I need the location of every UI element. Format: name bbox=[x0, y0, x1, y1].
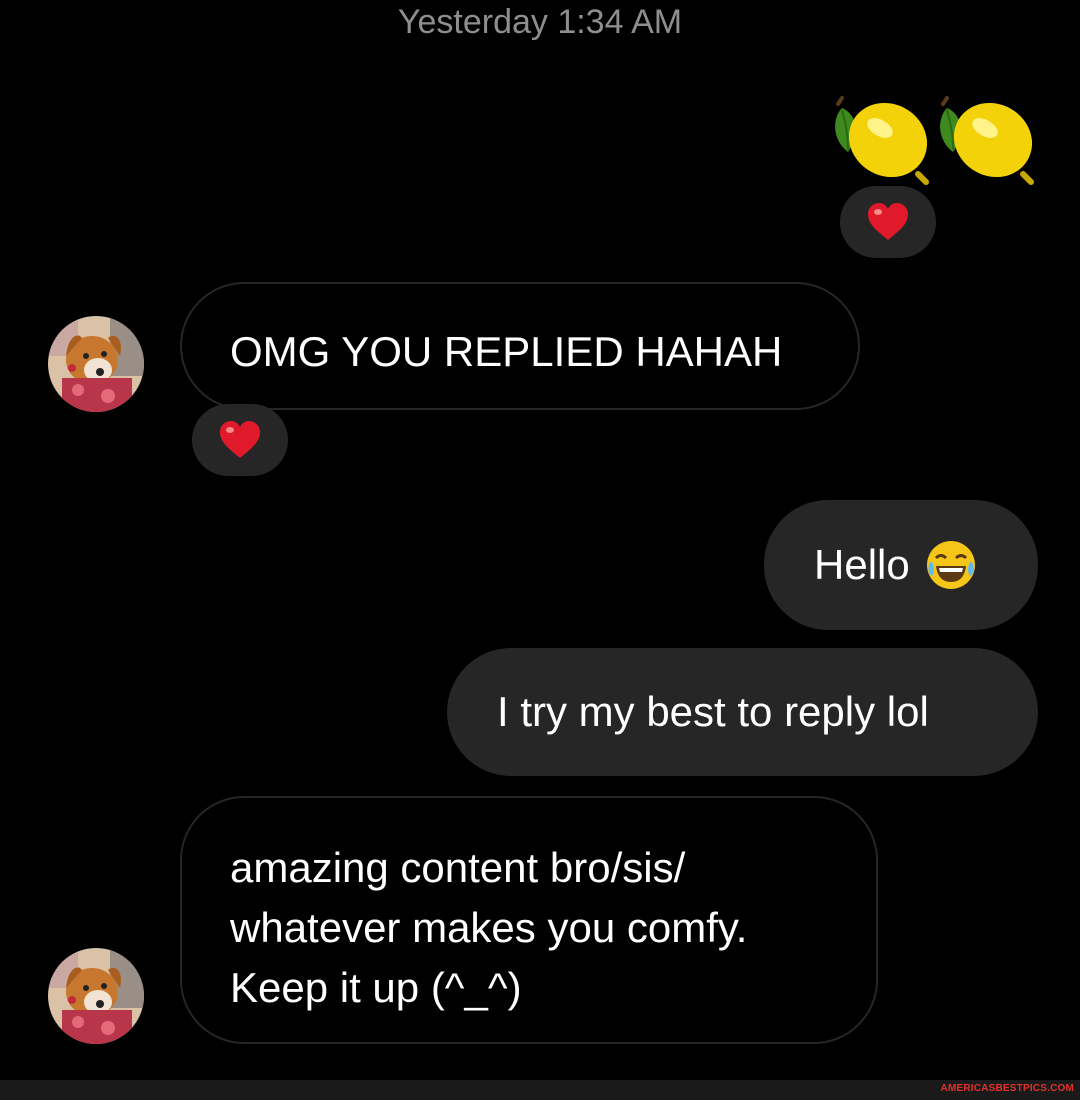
watermark-text: AMERICASBESTPICS.COM bbox=[940, 1083, 1074, 1094]
incoming-message-bubble[interactable]: OMG YOU REPLIED HAHAH bbox=[180, 282, 860, 410]
message-text: Hello bbox=[814, 541, 910, 588]
incoming-message-bubble[interactable]: amazing content bro/sis/ whatever makes … bbox=[180, 796, 878, 1044]
message-line-2: whatever makes you comfy. bbox=[230, 904, 748, 951]
message-line-1: amazing content bro/sis/ bbox=[230, 844, 686, 891]
message-text: OMG YOU REPLIED HAHAH bbox=[230, 328, 783, 375]
heart-reaction[interactable] bbox=[840, 186, 936, 258]
conversation-timestamp: Yesterday 1:34 AM bbox=[397, 3, 683, 41]
heart-icon bbox=[868, 203, 908, 240]
heart-reaction[interactable] bbox=[192, 404, 288, 476]
heart-icon bbox=[220, 421, 260, 458]
watermark-strip bbox=[0, 1080, 1080, 1100]
lemon-emoji-2 bbox=[940, 96, 1034, 185]
lemon-emoji-pair bbox=[835, 96, 1034, 185]
message-text: I try my best to reply lol bbox=[497, 688, 929, 735]
message-line-3: Keep it up (^_^) bbox=[230, 964, 522, 1011]
contact-avatar[interactable] bbox=[48, 316, 144, 412]
dog-photo-avatar bbox=[48, 316, 144, 412]
lemon-emoji-message[interactable] bbox=[830, 90, 1040, 190]
tears-of-joy-emoji-icon bbox=[926, 541, 975, 589]
lemon-emoji-1 bbox=[835, 96, 929, 185]
outgoing-message-bubble[interactable]: I try my best to reply lol bbox=[447, 648, 1038, 776]
contact-avatar[interactable] bbox=[48, 948, 144, 1044]
dog-photo-avatar bbox=[48, 948, 144, 1044]
outgoing-message-bubble[interactable]: Hello bbox=[764, 500, 1038, 630]
